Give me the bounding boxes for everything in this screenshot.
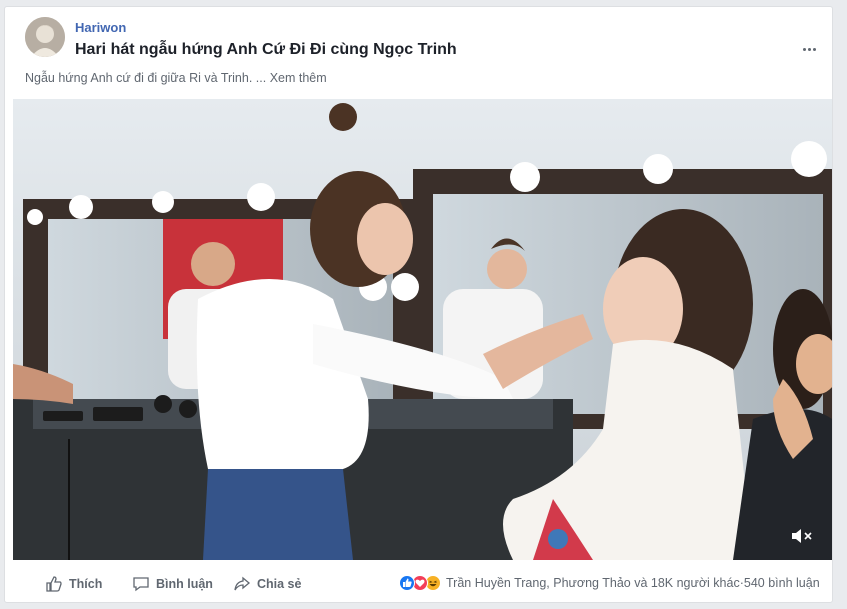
video-player[interactable] — [13, 99, 832, 560]
video-frame — [13, 99, 832, 560]
page-name-link[interactable]: Hariwon — [75, 20, 126, 35]
like-icon — [399, 575, 415, 591]
comments-count[interactable]: 540 bình luận — [744, 576, 820, 590]
comment-button[interactable]: Bình luận — [132, 575, 213, 593]
reactions-summary[interactable]: Trần Huyền Trang, Phương Thảo và 18K ngư… — [399, 575, 820, 591]
share-label: Chia sẻ — [257, 577, 302, 591]
share-icon — [234, 576, 251, 591]
post-title: Hari hát ngẫu hứng Anh Cứ Đi Đi cùng Ngọ… — [75, 41, 457, 58]
like-label: Thích — [69, 577, 103, 591]
share-button[interactable]: Chia sẻ — [233, 575, 301, 593]
comment-icon — [133, 577, 149, 592]
thumbs-up-icon — [46, 576, 62, 592]
mute-icon[interactable] — [790, 526, 814, 546]
description-ellipsis: ... — [252, 71, 270, 85]
like-button[interactable]: Thích — [45, 575, 102, 593]
post-footer: Thích Bình luận Chia sẻ Trần Huyền Trang… — [5, 562, 832, 604]
comment-label: Bình luận — [156, 577, 213, 591]
post-header: Hariwon Hari hát ngẫu hứng Anh Cứ Đi Đi … — [5, 7, 832, 99]
page-avatar[interactable] — [25, 17, 65, 57]
reactions-text: Trần Huyền Trang, Phương Thảo và 18K ngư… — [446, 576, 740, 590]
description-text: Ngẫu hứng Anh cứ đi đi giữa Ri và Trinh. — [25, 71, 253, 85]
post-card: Hariwon Hari hát ngẫu hứng Anh Cứ Đi Đi … — [4, 6, 833, 603]
see-more-link[interactable]: Xem thêm — [270, 71, 327, 85]
post-description: Ngẫu hứng Anh cứ đi đi giữa Ri và Trinh.… — [25, 71, 327, 85]
more-options-icon[interactable] — [798, 41, 820, 57]
